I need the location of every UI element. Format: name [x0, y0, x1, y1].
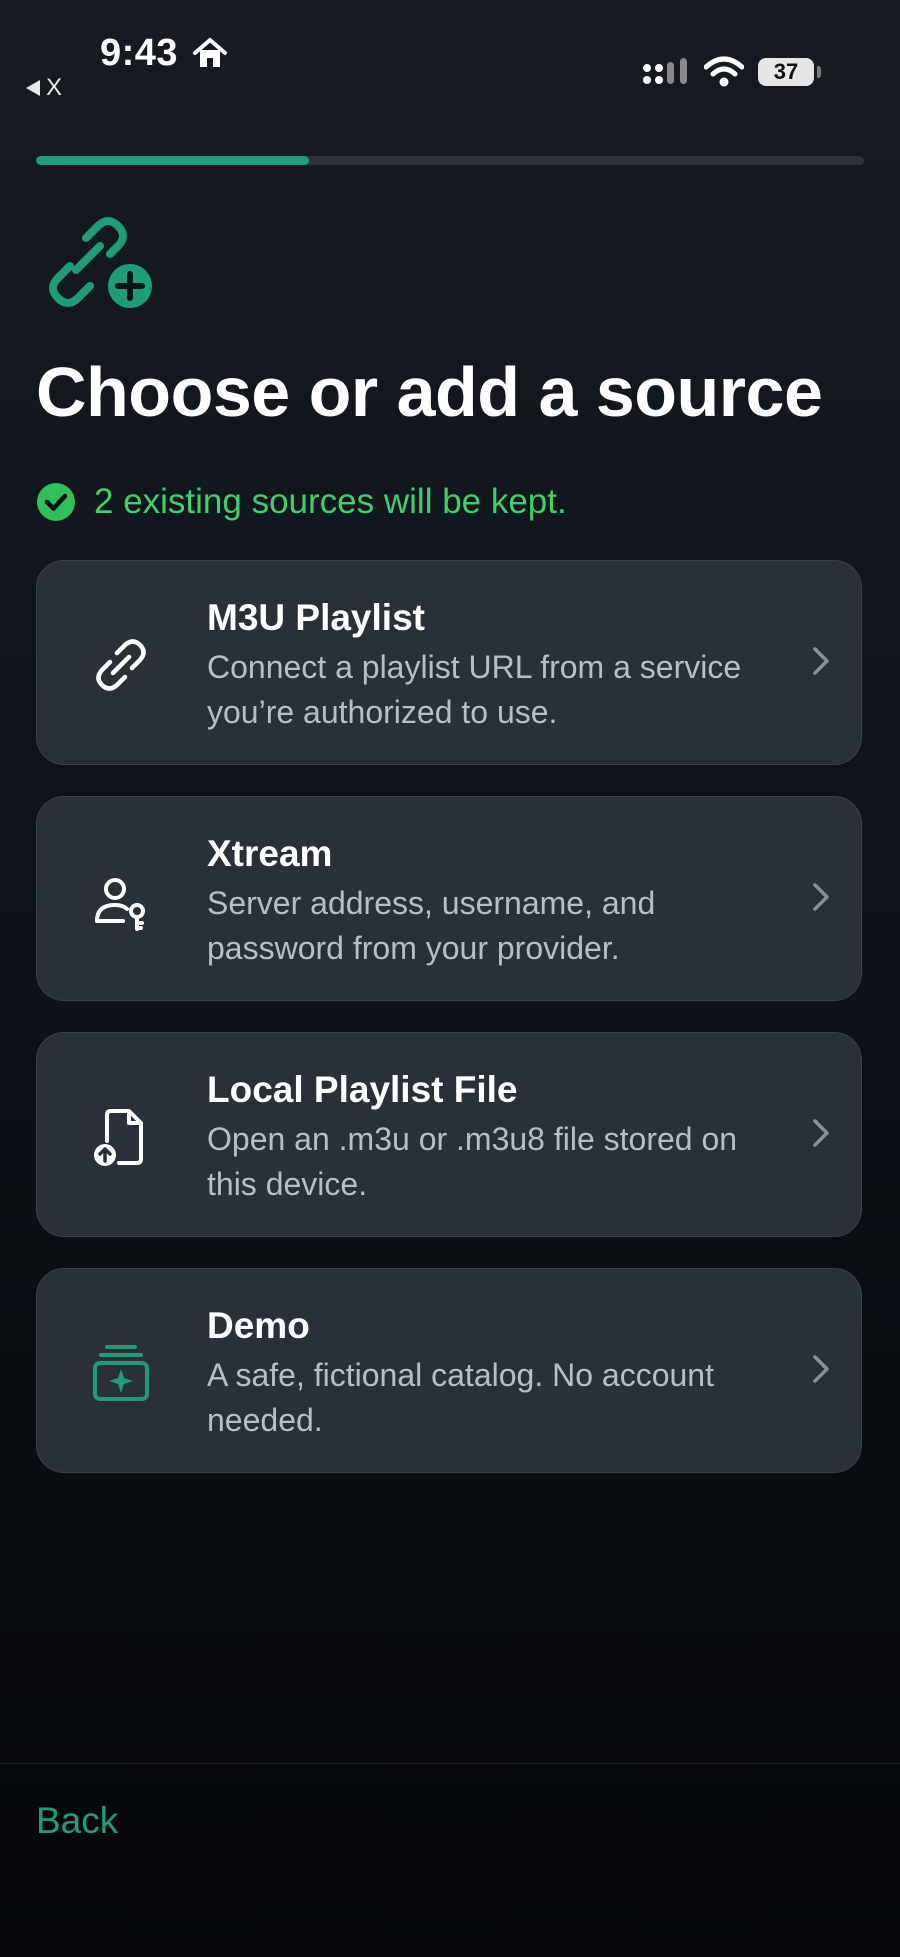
- chevron-right-icon: [813, 883, 829, 911]
- source-card-m3u-playlist[interactable]: M3U Playlist Connect a playlist URL from…: [36, 560, 862, 765]
- back-button[interactable]: Back: [36, 1800, 118, 1842]
- battery-cap: [817, 66, 821, 78]
- source-description: Server address, username, and password f…: [207, 885, 656, 966]
- source-card-demo[interactable]: Demo A safe, fictional catalog. No accou…: [36, 1268, 862, 1473]
- source-title: Local Playlist File: [207, 1069, 518, 1110]
- back-app-label: X: [46, 74, 63, 101]
- home-icon: [193, 38, 227, 67]
- user-key-icon: [95, 878, 145, 931]
- status-clock: 9:43: [100, 32, 179, 74]
- source-description: Connect a playlist URL from a service yo…: [207, 649, 742, 730]
- chevron-right-icon: [813, 1119, 829, 1147]
- source-card-local-file[interactable]: Local Playlist File Open an .m3u or .m3u…: [36, 1032, 862, 1237]
- onboarding-progress-bar: [36, 156, 864, 165]
- source-title: Demo: [207, 1305, 310, 1346]
- battery-indicator: 37: [758, 58, 814, 86]
- check-circle-icon: [37, 483, 75, 521]
- source-title: M3U Playlist: [207, 597, 425, 638]
- wifi-icon: [704, 56, 744, 87]
- cellular-signal-icon: [643, 58, 687, 84]
- source-title: Xtream: [207, 833, 333, 874]
- page-title: Choose or add a source: [36, 353, 823, 431]
- add-link-icon: [49, 217, 152, 308]
- progress-fill: [36, 156, 310, 165]
- existing-sources-notice: 2 existing sources will be kept.: [36, 482, 567, 522]
- file-upload-icon: [94, 1109, 143, 1166]
- back-to-app-button[interactable]: X: [26, 74, 62, 102]
- notice-text: 2 existing sources will be kept.: [94, 482, 567, 521]
- chevron-right-icon: [813, 647, 829, 675]
- source-description: Open an .m3u or .m3u8 file stored on thi…: [207, 1121, 738, 1202]
- link-icon: [96, 639, 146, 691]
- status-bar: X 9:43 37: [0, 0, 900, 110]
- source-card-xtream[interactable]: Xtream Server address, username, and pas…: [36, 796, 862, 1001]
- source-description: A safe, fictional catalog. No account ne…: [207, 1357, 714, 1438]
- back-triangle-icon: [26, 80, 40, 96]
- footer-divider: [0, 1763, 900, 1764]
- sparkle-stack-icon: [93, 1345, 149, 1401]
- chevron-right-icon: [813, 1355, 829, 1383]
